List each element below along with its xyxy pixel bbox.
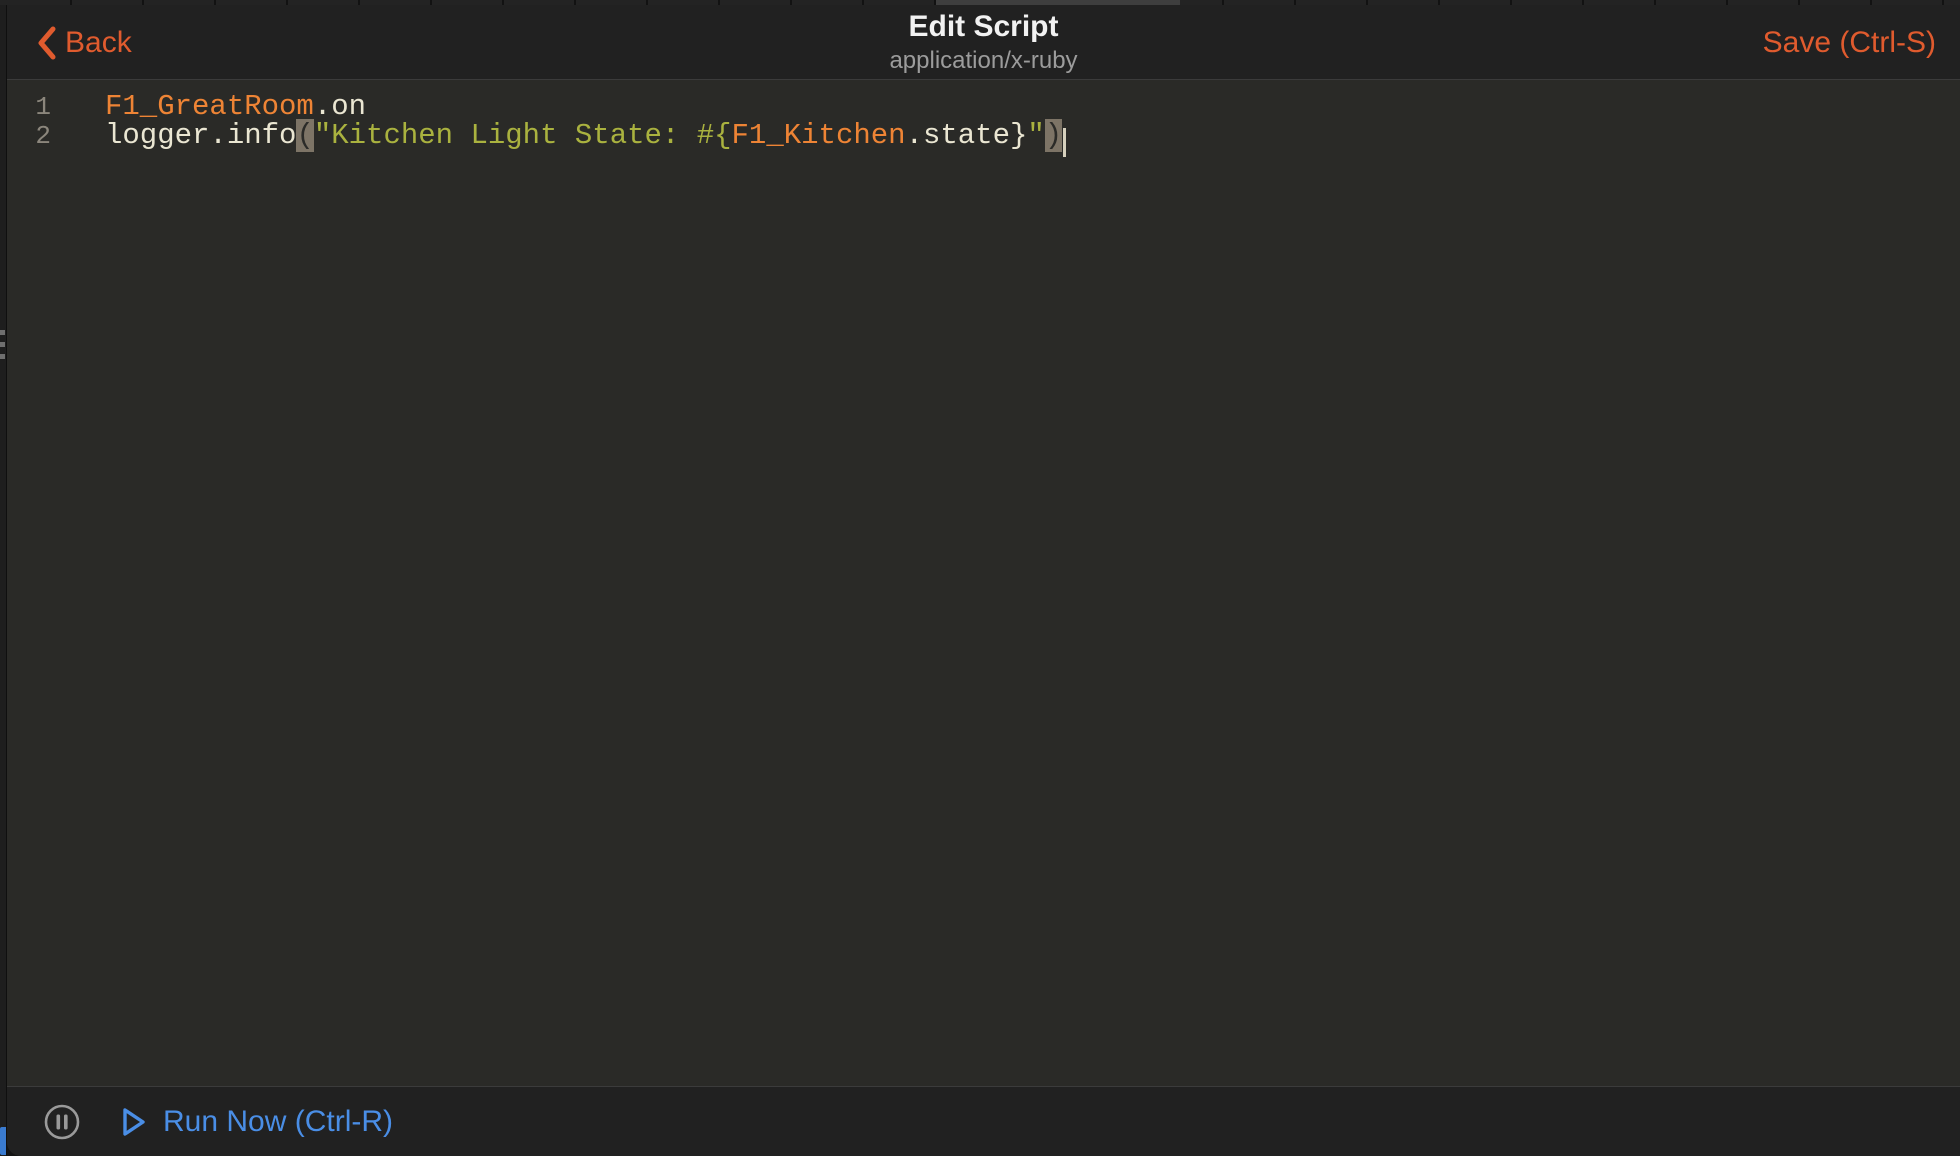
code-editor[interactable]: 1F1_GreatRoom.on2logger.info("Kitchen Li…	[7, 80, 1960, 1086]
background-link-fragment	[0, 1127, 6, 1155]
code-token: "Kitchen Light State:	[314, 119, 697, 152]
back-button[interactable]: Back	[37, 5, 132, 80]
line-number: 1	[7, 93, 51, 122]
code-token: F1_Kitchen	[732, 119, 906, 152]
code-token: .state	[906, 119, 1010, 152]
back-button-label: Back	[65, 26, 132, 60]
edit-script-modal: Back Edit Script application/x-ruby Save…	[7, 5, 1960, 1156]
play-icon	[121, 1106, 147, 1138]
navbar: Back Edit Script application/x-ruby Save…	[7, 5, 1960, 80]
code-content: logger.info("Kitchen Light State: #{F1_K…	[51, 121, 1066, 152]
code-token: )	[1045, 119, 1062, 152]
page-title: Edit Script	[908, 10, 1058, 44]
save-button[interactable]: Save (Ctrl-S)	[1763, 5, 1936, 80]
text-cursor	[1063, 128, 1066, 157]
code-content: F1_GreatRoom.on	[51, 92, 366, 121]
background-text-fragment	[0, 330, 5, 360]
code-token: logger.info	[105, 119, 296, 152]
pause-circle-icon[interactable]	[43, 1103, 81, 1141]
save-button-label: Save (Ctrl-S)	[1763, 26, 1936, 60]
code-line[interactable]: 1F1_GreatRoom.on	[7, 92, 1960, 121]
run-now-button[interactable]: Run Now (Ctrl-R)	[121, 1105, 393, 1139]
title-block: Edit Script application/x-ruby	[7, 5, 1960, 80]
background-page-sliver	[0, 5, 7, 1156]
line-number: 2	[7, 122, 51, 151]
page-subtitle: application/x-ruby	[889, 46, 1077, 76]
code-token: }	[1010, 119, 1027, 152]
screen: Back Edit Script application/x-ruby Save…	[0, 0, 1960, 1156]
bottom-toolbar: Run Now (Ctrl-R)	[7, 1086, 1960, 1156]
run-now-label: Run Now (Ctrl-R)	[163, 1105, 393, 1139]
code-line[interactable]: 2logger.info("Kitchen Light State: #{F1_…	[7, 121, 1960, 150]
code-token: (	[296, 119, 313, 152]
code-token: "	[1027, 119, 1044, 152]
code-token: #{	[697, 119, 732, 152]
chevron-left-icon	[37, 26, 57, 60]
